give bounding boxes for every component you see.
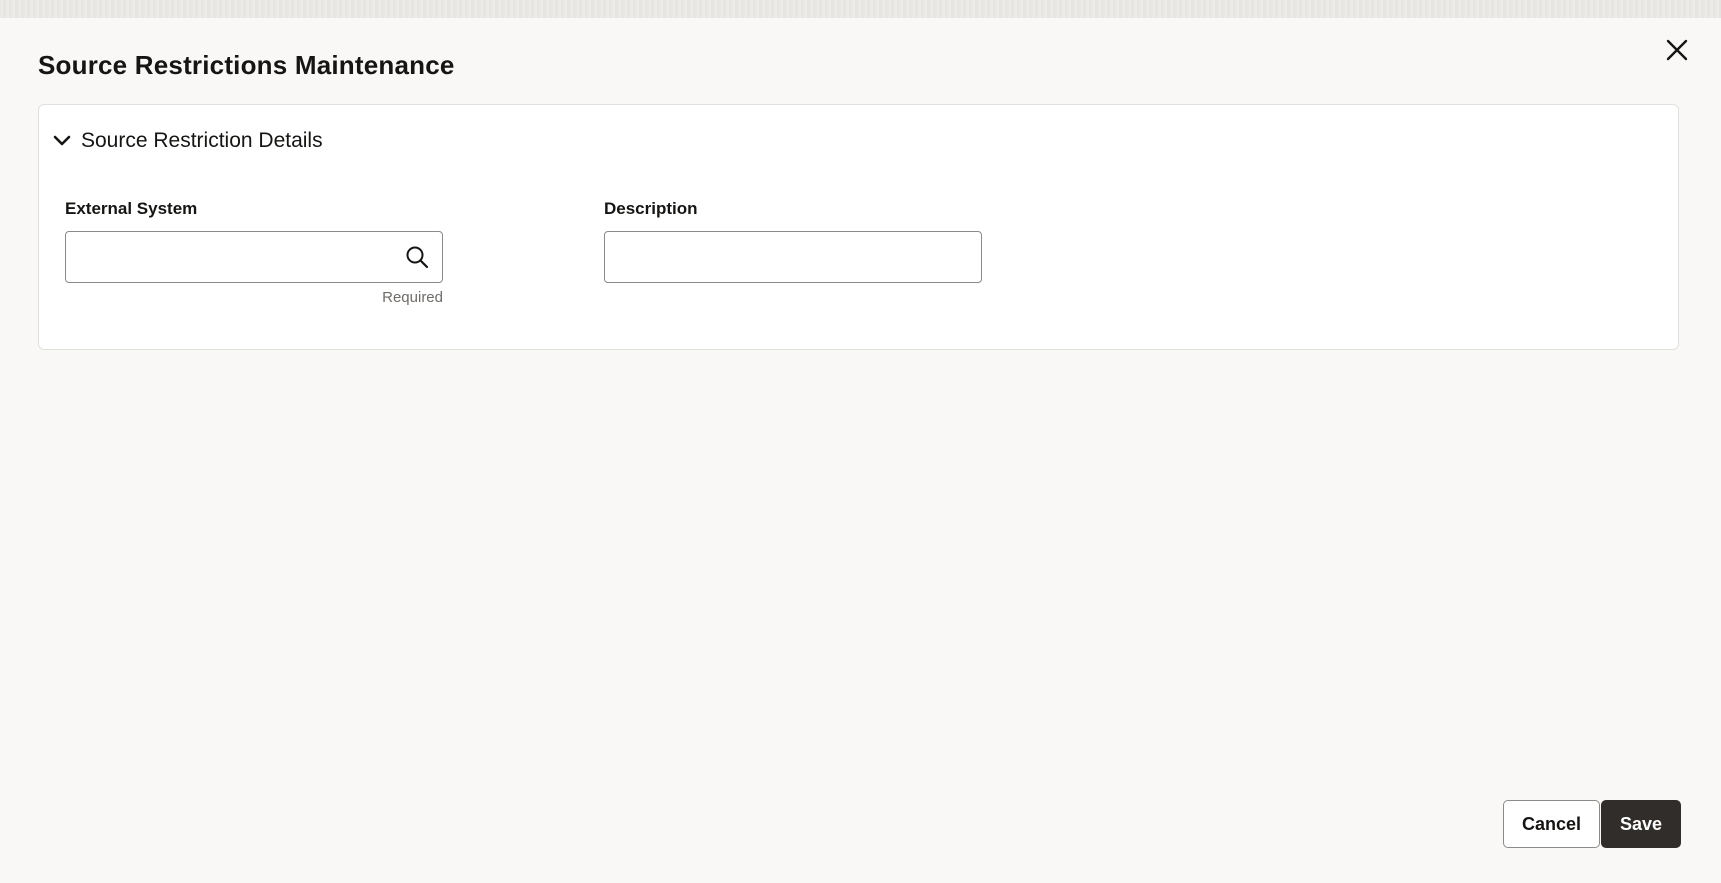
description-field: Description [604,199,982,283]
background-strip [0,0,1721,18]
dialog-title: Source Restrictions Maintenance [38,50,455,80]
close-icon [1666,39,1688,61]
source-restrictions-dialog: Source Restrictions Maintenance Source R… [0,18,1721,883]
external-system-field: External System Required [65,199,443,306]
external-system-required-text: Required [382,289,443,306]
external-system-input-wrapper [65,231,443,283]
external-system-label: External System [65,199,198,218]
search-icon [406,246,429,269]
chevron-down-icon [51,130,73,152]
section-toggle[interactable]: Source Restriction Details [51,125,323,157]
close-button[interactable] [1655,28,1699,72]
cancel-button[interactable]: Cancel [1503,800,1600,848]
description-input-wrapper [604,231,982,283]
source-restriction-details-panel: Source Restriction Details External Syst… [38,104,1679,350]
description-input[interactable] [605,232,981,282]
save-button[interactable]: Save [1601,800,1681,848]
external-system-input[interactable] [66,232,442,282]
description-label: Description [604,199,698,218]
section-title: Source Restriction Details [81,129,323,152]
external-system-search-button[interactable] [400,240,434,274]
